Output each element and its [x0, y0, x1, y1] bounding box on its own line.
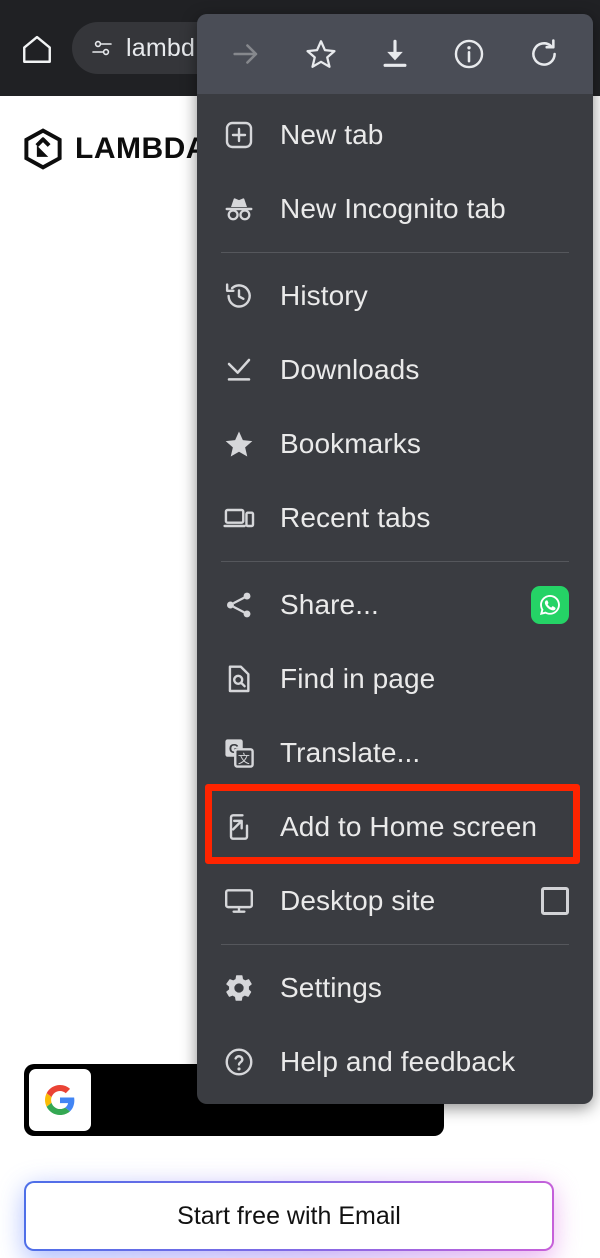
star-icon[interactable]: [295, 28, 347, 80]
menu-item-label: New tab: [280, 119, 384, 150]
menu-item-find-in-page[interactable]: Find in page: [197, 642, 593, 716]
reload-icon[interactable]: [518, 28, 570, 80]
menu-items-list: New tab New Incognito tab History Downlo…: [197, 94, 593, 1099]
menu-item-label: Find in page: [280, 663, 436, 694]
menu-item-label: Help and feedback: [280, 1046, 516, 1077]
menu-item-history[interactable]: History: [197, 259, 593, 333]
svg-text:文: 文: [238, 751, 250, 766]
whatsapp-icon[interactable]: [531, 586, 569, 624]
incognito-hat-icon: [221, 191, 257, 227]
menu-item-label: Translate...: [280, 737, 421, 768]
menu-item-recent-tabs[interactable]: Recent tabs: [197, 481, 593, 555]
translate-icon: G 文: [221, 735, 257, 771]
bookmarks-star-icon: [221, 426, 257, 462]
share-target-trailing[interactable]: [531, 586, 569, 624]
site-brand: LAMBDA: [22, 128, 208, 170]
menu-item-new-tab[interactable]: New tab: [197, 98, 593, 172]
menu-item-label: Downloads: [280, 354, 420, 385]
add-to-home-screen-icon: [221, 809, 257, 845]
menu-item-new-incognito-tab[interactable]: New Incognito tab: [197, 172, 593, 246]
menu-divider: [221, 252, 569, 253]
screen-root: LAMBDA Next- Mobi Cros Tes Deliv experie…: [0, 0, 600, 1258]
menu-item-add-to-home-screen[interactable]: Add to Home screen: [197, 790, 593, 864]
url-text: lambd: [126, 33, 196, 62]
email-button-surface: Start free with Email: [24, 1181, 554, 1251]
menu-item-label: New Incognito tab: [280, 193, 506, 224]
find-in-page-icon: [221, 661, 257, 697]
menu-item-label: Recent tabs: [280, 502, 431, 533]
google-g-icon: [29, 1069, 91, 1131]
menu-item-settings[interactable]: Settings: [197, 951, 593, 1025]
menu-item-downloads[interactable]: Downloads: [197, 333, 593, 407]
menu-item-label: Desktop site: [280, 885, 436, 916]
menu-divider: [221, 561, 569, 562]
desktop-site-toggle[interactable]: [541, 887, 569, 915]
download-icon[interactable]: [369, 28, 421, 80]
menu-divider: [221, 944, 569, 945]
menu-item-help-and-feedback[interactable]: Help and feedback: [197, 1025, 593, 1099]
menu-item-label: Share...: [280, 589, 379, 620]
start-free-with-email-button[interactable]: Start free with Email: [24, 1181, 554, 1258]
menu-item-label: Bookmarks: [280, 428, 421, 459]
menu-item-label: Add to Home screen: [280, 811, 538, 842]
lambdatest-logo-icon: [22, 128, 64, 170]
help-question-icon: [221, 1044, 257, 1080]
info-circle-icon[interactable]: [443, 28, 495, 80]
brand-name: LAMBDA: [75, 132, 208, 165]
menu-item-desktop-site[interactable]: Desktop site: [197, 864, 593, 938]
downloads-arrow-icon: [221, 352, 257, 388]
new-tab-plus-icon: [221, 117, 257, 153]
menu-item-label: History: [280, 280, 368, 311]
desktop-monitor-icon: [221, 883, 257, 919]
menu-item-label: Settings: [280, 972, 382, 1003]
email-button-label: Start free with Email: [177, 1201, 401, 1230]
browser-overflow-menu: New tab New Incognito tab History Downlo…: [197, 14, 593, 1104]
checkbox-unchecked-icon[interactable]: [541, 887, 569, 915]
menu-quick-actions-toolbar: [197, 14, 593, 94]
menu-item-translate[interactable]: G 文 Translate...: [197, 716, 593, 790]
recent-tabs-devices-icon: [221, 500, 257, 536]
page-info-tune-icon[interactable]: [90, 36, 114, 60]
home-icon[interactable]: [20, 32, 54, 64]
forward-arrow-icon[interactable]: [220, 28, 272, 80]
history-clock-icon: [221, 278, 257, 314]
menu-item-bookmarks[interactable]: Bookmarks: [197, 407, 593, 481]
settings-gear-icon: [221, 970, 257, 1006]
menu-item-share[interactable]: Share...: [197, 568, 593, 642]
share-nodes-icon: [221, 587, 257, 623]
